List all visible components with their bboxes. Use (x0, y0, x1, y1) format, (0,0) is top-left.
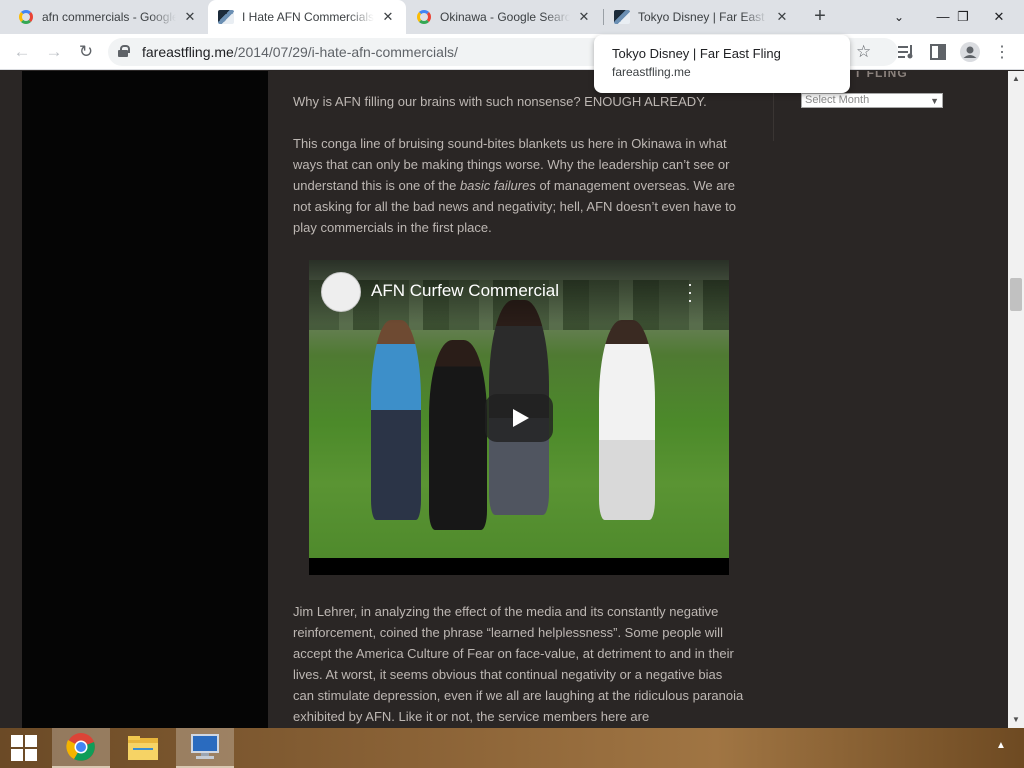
play-button-icon[interactable] (485, 394, 553, 442)
tab-afn-commercials-search[interactable]: afn commercials - Google Search ✕ (8, 0, 208, 34)
tab-tokyo-disney[interactable]: Tokyo Disney | Far East Fling ✕ (604, 0, 800, 34)
close-tab-icon[interactable]: ✕ (576, 9, 592, 25)
scroll-up-arrow-icon[interactable]: ▲ (1008, 71, 1024, 87)
side-panel-icon[interactable] (926, 40, 950, 64)
archive-month-select[interactable]: Select Month ▼ (801, 93, 943, 108)
windows-start-icon[interactable] (0, 728, 48, 768)
tab-search-icon[interactable]: ⌄ (882, 0, 916, 34)
close-tab-icon[interactable]: ✕ (774, 9, 790, 25)
hover-card-title: Tokyo Disney | Far East Fling (612, 46, 781, 61)
tab-i-hate-afn-commercials[interactable]: I Hate AFN Commercials | Far East Fling … (208, 0, 406, 34)
tab-title: Okinawa - Google Search (440, 10, 570, 24)
web-page: Why is AFN filling our brains with such … (0, 71, 1008, 728)
restore-icon[interactable]: ❐ (946, 0, 980, 34)
channel-avatar[interactable] (321, 272, 361, 312)
tab-okinawa-search[interactable]: Okinawa - Google Search ✕ (406, 0, 602, 34)
reading-list-icon[interactable] (894, 40, 918, 64)
chrome-icon[interactable] (52, 728, 110, 768)
close-window-icon[interactable]: ✕ (982, 0, 1016, 34)
remote-desktop-icon[interactable] (176, 728, 234, 768)
youtube-video-embed[interactable]: AFN Curfew Commercial · · · (309, 260, 729, 575)
site-favicon-icon (218, 9, 234, 25)
new-tab-button[interactable]: + (808, 5, 832, 29)
windows-taskbar: ▲ (0, 728, 1024, 768)
article-paragraph: This conga line of bruising sound-bites … (293, 136, 736, 235)
tab-title: afn commercials - Google Search (42, 10, 176, 24)
hover-card-domain: fareastfling.me (612, 65, 691, 79)
profile-avatar-icon[interactable] (958, 40, 982, 64)
google-g-icon (416, 9, 432, 25)
google-g-icon (18, 9, 34, 25)
file-explorer-icon[interactable] (114, 728, 172, 768)
lock-icon[interactable] (118, 45, 130, 57)
forward-arrow-icon[interactable]: → (42, 40, 66, 64)
video-more-icon[interactable]: · · · (685, 275, 695, 309)
url-text: fareastfling.me/2014/07/29/i-hate-afn-co… (142, 44, 458, 60)
menu-kebab-icon[interactable]: ⋮ (990, 40, 1014, 64)
scrollbar-thumb[interactable] (1010, 278, 1022, 311)
tab-title: I Hate AFN Commercials | Far East Fling (242, 10, 374, 24)
reload-icon[interactable]: ↻ (74, 40, 98, 64)
chevron-down-icon: ▼ (930, 96, 939, 106)
close-tab-icon[interactable]: ✕ (182, 9, 198, 25)
sidebar-widget-title: T FLING (854, 71, 908, 80)
article-paragraph: Why is AFN filling our brains with such … (293, 94, 707, 109)
close-tab-icon[interactable]: ✕ (380, 9, 396, 25)
scroll-down-arrow-icon[interactable]: ▼ (1008, 712, 1024, 728)
left-column (22, 71, 268, 728)
tab-hover-card: Tokyo Disney | Far East Fling fareastfli… (594, 35, 850, 93)
tab-title: Tokyo Disney | Far East Fling (638, 10, 768, 24)
show-hidden-icons-icon[interactable]: ▲ (996, 740, 1006, 751)
bookmark-star-icon[interactable]: ☆ (856, 40, 871, 64)
site-favicon-icon (614, 9, 630, 25)
emphasis-text: basic failures (459, 178, 536, 193)
tab-strip: afn commercials - Google Search ✕ I Hate… (0, 0, 1024, 34)
page-scrollbar[interactable]: ▲ ▼ (1008, 71, 1024, 728)
video-title[interactable]: AFN Curfew Commercial (371, 281, 559, 301)
article-paragraph: Jim Lehrer, in analyzing the effect of t… (293, 604, 744, 724)
back-arrow-icon[interactable]: ← (10, 40, 34, 64)
browser-toolbar: ← → ↻ fareastfling.me/2014/07/29/i-hate-… (0, 34, 1024, 70)
